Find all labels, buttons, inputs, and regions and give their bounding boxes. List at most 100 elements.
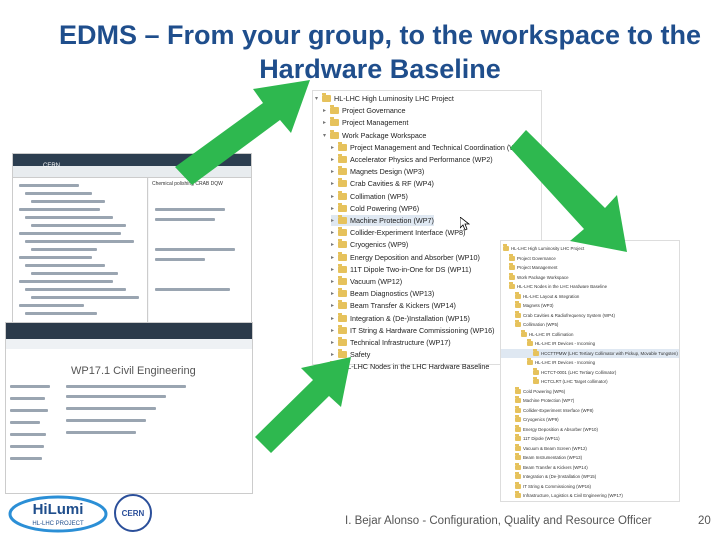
- baseline-tree-item[interactable]: Collider-Experiment Interface (WP8): [501, 405, 679, 416]
- baseline-tree-item[interactable]: HL-LHC IR Devices - Incoming: [501, 358, 679, 368]
- tree-item[interactable]: ▸ IT String & Hardware Commissioning (WP1…: [331, 324, 495, 337]
- chevron-right-icon[interactable]: ▸: [331, 144, 338, 151]
- chevron-right-icon[interactable]: ▸: [331, 254, 338, 261]
- chevron-right-icon[interactable]: ▸: [331, 180, 338, 187]
- baseline-tree-item[interactable]: Beam Instrumentation (WP13): [501, 453, 679, 463]
- baseline-tree-item[interactable]: Cold Powering (WP6): [501, 386, 679, 397]
- tree-line-placeholder: [31, 224, 126, 227]
- chevron-right-icon[interactable]: ▸: [331, 302, 338, 309]
- chevron-right-icon[interactable]: ▸: [331, 339, 338, 346]
- arrow-down-right-icon: [510, 130, 627, 252]
- chevron-right-icon[interactable]: ▸: [331, 229, 338, 236]
- baseline-tree-item-label: Integration & (De-)Installation (WP15): [523, 474, 597, 480]
- tree-root[interactable]: ▾ HL-LHC High Luminosity LHC Project: [315, 93, 454, 105]
- cern-logo: CERN: [114, 494, 152, 532]
- baseline-tree-item[interactable]: HL-LHC Layout & Integration: [501, 291, 679, 302]
- baseline-tree-item[interactable]: Infrastructure, Logistics & Civil Engine…: [501, 491, 679, 501]
- folder-icon: [338, 239, 347, 249]
- folder-icon: [515, 491, 521, 499]
- baseline-tree-item[interactable]: HL-LHC IR Devices - Incoming: [501, 339, 679, 349]
- baseline-tree-item[interactable]: Beam Transfer & Kickers (WP14): [501, 462, 679, 473]
- baseline-tree-item[interactable]: 11T Dipole (WP11): [501, 434, 679, 444]
- tree-item[interactable]: ▸ Beam Diagnostics (WP13): [331, 288, 434, 300]
- chevron-right-icon[interactable]: ▸: [331, 168, 338, 175]
- folder-icon: [515, 310, 521, 318]
- tree-item[interactable]: ▸ 11T Dipole Two-in-One for DS (WP11): [331, 263, 471, 276]
- tree-item[interactable]: ▸ Cold Powering (WP6): [331, 202, 420, 215]
- tree-item[interactable]: ▸ Collider-Experiment Interface (WP8): [331, 227, 465, 239]
- chevron-right-icon[interactable]: ▸: [323, 107, 330, 114]
- baseline-tree-item[interactable]: IT String & Commissioning (WP16): [501, 481, 679, 492]
- tree-item[interactable]: ▸ Technical Infrastructure (WP17): [331, 337, 451, 349]
- workspace-page-screenshot: WP17.1 Civil Engineering: [5, 322, 253, 494]
- baseline-tree-item[interactable]: Work Package Workspace: [501, 272, 679, 283]
- tree-item-label: Cold Powering (WP6): [350, 203, 420, 213]
- tree-item[interactable]: ▸ Beam Transfer & Kickers (WP14): [331, 300, 456, 312]
- folder-icon: [515, 415, 521, 423]
- tree-item[interactable]: ▸ Magnets Design (WP3): [331, 166, 424, 178]
- tree-item[interactable]: ▸ Collimation (WP5): [331, 190, 408, 202]
- tree-item[interactable]: ▸ Crab Cavities & RF (WP4): [331, 178, 434, 190]
- tree-item-label: HL-LHC Nodes in the LHC Hardware Baselin…: [342, 362, 490, 372]
- workspace-page-title: WP17.1 Civil Engineering: [71, 365, 196, 377]
- baseline-tree-item[interactable]: Crab Cavities & Radiofrequency System (W…: [501, 310, 679, 321]
- tree-item-label: Project Management: [342, 118, 409, 128]
- baseline-tree-item-label: HL-LHC Nodes in the LHC Hardware Baselin…: [517, 284, 608, 290]
- folder-icon: [515, 301, 521, 309]
- folder-icon: [521, 329, 527, 337]
- tree-item[interactable]: ▸ Energy Deposition and Absorber (WP10): [331, 251, 480, 263]
- tree-item-label: Collider-Experiment Interface (WP8): [350, 228, 466, 238]
- tree-item[interactable]: ▸ Integration & (De-)Installation (WP15): [331, 312, 470, 324]
- chevron-right-icon[interactable]: ▸: [323, 119, 330, 126]
- chevron-right-icon[interactable]: ▸: [331, 327, 338, 334]
- tree-item[interactable]: ▸ Project Management and Technical Coordi…: [331, 141, 528, 154]
- folder-icon: [503, 244, 509, 252]
- tree-item[interactable]: ▾ Work Package Workspace: [323, 129, 426, 141]
- baseline-tree-item[interactable]: HCTCLRT (LHC Target collimator): [501, 377, 679, 387]
- tree-item-label: IT String & Hardware Commissioning (WP16…: [350, 325, 495, 335]
- tree-item[interactable]: ▸ Machine Protection (WP7): [331, 214, 434, 227]
- baseline-tree-item[interactable]: Cryogenics (WP9): [501, 415, 679, 425]
- baseline-tree-item[interactable]: Integration & (De-)Installation (WP15): [501, 472, 679, 482]
- baseline-tree-item[interactable]: Magnets (WP3): [501, 301, 679, 311]
- baseline-tree-item[interactable]: HL-LHC Nodes in the LHC Hardware Baselin…: [501, 282, 679, 292]
- baseline-tree-item[interactable]: Collimation (WP5): [501, 320, 679, 330]
- chevron-down-icon[interactable]: ▾: [315, 95, 322, 102]
- baseline-tree-item[interactable]: Vacuum & Beam Screen (WP12): [501, 443, 679, 454]
- baseline-tree-item[interactable]: HCCTTPMW (LHC Tertiary Collimator with P…: [501, 348, 679, 358]
- chevron-right-icon[interactable]: ▸: [331, 217, 338, 224]
- folder-icon: [338, 263, 347, 273]
- chevron-down-icon[interactable]: ▾: [323, 132, 330, 139]
- workspace-page-header: [6, 323, 252, 339]
- chevron-right-icon[interactable]: ▸: [331, 241, 338, 248]
- tree-item[interactable]: ▸ Cryogenics (WP9): [331, 239, 408, 251]
- chevron-right-icon[interactable]: ▸: [331, 290, 338, 297]
- baseline-tree-item[interactable]: Machine Protection (WP7): [501, 396, 679, 406]
- tree-item-label: Project Management and Technical Coordin…: [350, 142, 528, 152]
- baseline-tree-item[interactable]: Energy Deposition & Absorber (WP10): [501, 424, 679, 435]
- tree-item[interactable]: ▸ Accelerator Physics and Performance (WP…: [331, 154, 493, 166]
- tree-item-label: Collimation (WP5): [350, 191, 408, 201]
- folder-icon: [330, 129, 339, 139]
- chevron-right-icon[interactable]: ▸: [331, 193, 338, 200]
- baseline-tree-item[interactable]: HL-LHC IR Collimation: [501, 329, 679, 340]
- chevron-right-icon[interactable]: ▸: [331, 315, 338, 322]
- baseline-tree-item-label: HL-LHC IR Devices - Incoming: [535, 341, 596, 347]
- tree-item-label: Crab Cavities & RF (WP4): [350, 179, 434, 189]
- baseline-tree-item[interactable]: Project Management: [501, 263, 679, 273]
- tree-root-label: HL-LHC High Luminosity LHC Project: [334, 94, 454, 104]
- tree-item[interactable]: ▸ Vacuum (WP12): [331, 276, 402, 288]
- tree-line-placeholder: [25, 264, 105, 267]
- baseline-tree-item-label: Project Management: [517, 265, 558, 271]
- tree-item[interactable]: ▸ Project Management: [323, 117, 408, 129]
- chevron-right-icon[interactable]: ▸: [331, 278, 338, 285]
- baseline-tree-item-label: 11T Dipole (WP11): [523, 436, 560, 442]
- tree-item[interactable]: ▸ Project Governance: [323, 105, 406, 117]
- baseline-tree-item[interactable]: HCTCT-0001 (LHC Tertiary Collimator): [501, 367, 679, 378]
- chevron-right-icon[interactable]: ▸: [331, 205, 338, 212]
- chevron-right-icon[interactable]: ▸: [331, 266, 338, 273]
- tree-line-placeholder: [19, 184, 79, 187]
- chevron-right-icon[interactable]: ▸: [331, 156, 338, 163]
- tree-item-label: Magnets Design (WP3): [350, 167, 425, 177]
- arrow-up-right-icon: [175, 80, 310, 185]
